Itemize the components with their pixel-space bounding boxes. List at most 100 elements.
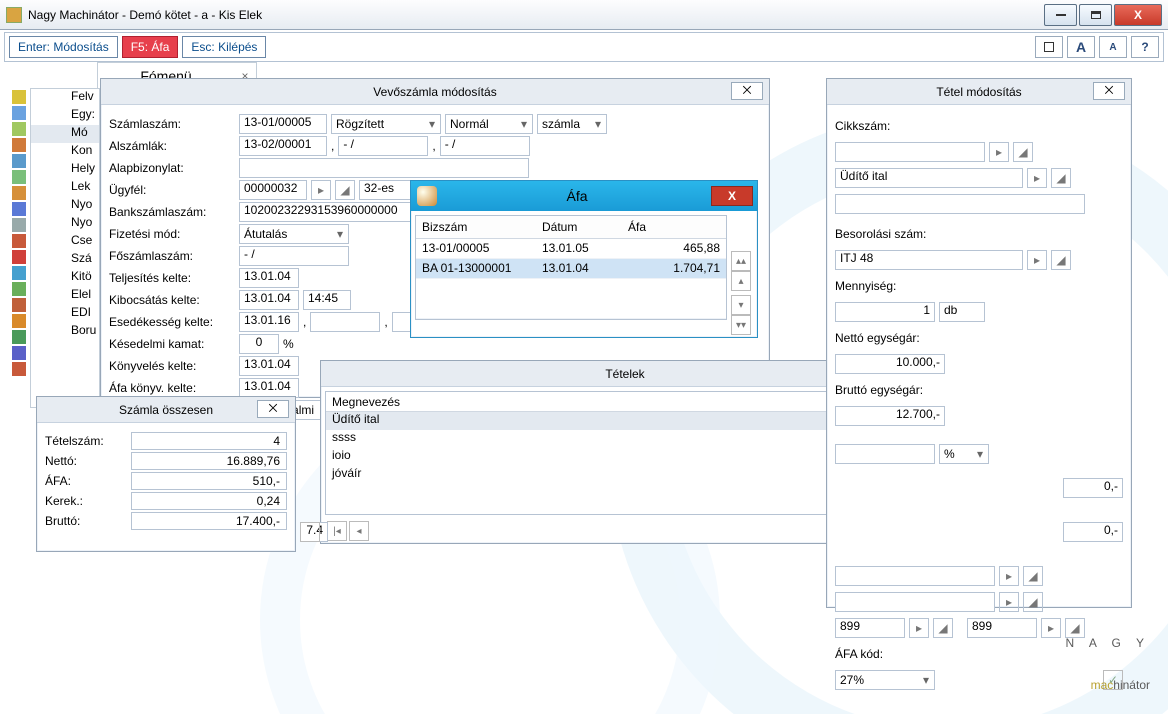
inp-alsz2[interactable]: - /: [338, 136, 428, 156]
cikk2-picker-next[interactable]: ▸: [1027, 168, 1047, 188]
cikk-picker-drop[interactable]: ◢: [1013, 142, 1033, 162]
ddl-rogzitett[interactable]: Rögzített▾: [331, 114, 441, 134]
inp-extra1[interactable]: [835, 444, 935, 464]
ddl-normal[interactable]: Normál▾: [445, 114, 533, 134]
toolbar-help[interactable]: ?: [1131, 36, 1159, 58]
fomenu-item[interactable]: Kon: [31, 143, 99, 161]
tetelmod-title: Tétel módosítás ⨉: [827, 79, 1131, 105]
code2-next[interactable]: ▸: [1041, 618, 1061, 638]
fomenu-item[interactable]: Szá: [31, 251, 99, 269]
afa-col-dat[interactable]: Dátum: [536, 216, 622, 238]
ddl-szamla[interactable]: számla▾: [537, 114, 607, 134]
longA-drop[interactable]: ◢: [1023, 566, 1043, 586]
inp-mennyiseg[interactable]: 1: [835, 302, 935, 322]
code1-next[interactable]: ▸: [909, 618, 929, 638]
inp-kesedelmi[interactable]: 0: [239, 334, 279, 354]
ddl-fizmod[interactable]: Átutalás▾: [239, 224, 349, 244]
toolbar-enter[interactable]: Enter: Módosítás: [9, 36, 118, 58]
inp-teljesites[interactable]: 13.01.04: [239, 268, 299, 288]
inp-longB[interactable]: [835, 592, 995, 612]
inp-code1[interactable]: 899: [835, 618, 905, 638]
besor-picker-next[interactable]: ▸: [1027, 250, 1047, 270]
fomenu-item[interactable]: Egy:: [31, 107, 99, 125]
fomenu-item[interactable]: Felv: [31, 89, 99, 107]
ddl-afakod[interactable]: 27%▾: [835, 670, 935, 690]
window-minimize[interactable]: [1044, 4, 1077, 26]
inp-cikk-name[interactable]: Üdítő ital: [835, 168, 1023, 188]
toolbar-esc[interactable]: Esc: Kilépés: [182, 36, 266, 58]
ugyfel-picker-drop[interactable]: ◢: [335, 180, 355, 200]
toolbar-font-big[interactable]: A: [1067, 36, 1095, 58]
inp-konyveles[interactable]: 13.01.04: [239, 356, 299, 376]
afa-close[interactable]: X: [711, 186, 753, 206]
window-close[interactable]: X: [1114, 4, 1162, 26]
inp-code2[interactable]: 899: [967, 618, 1037, 638]
totals-close[interactable]: ⨉: [257, 400, 289, 418]
fomenu-item[interactable]: Hely: [31, 161, 99, 179]
fomenu-item[interactable]: Boru: [31, 323, 99, 341]
longA-next[interactable]: ▸: [999, 566, 1019, 586]
inp-alapbizonylat[interactable]: [239, 158, 529, 178]
inp-afakonyv[interactable]: 13.01.04: [239, 378, 299, 398]
inp-cikkszam[interactable]: [835, 142, 985, 162]
inp-bank[interactable]: 10200232293153960000000: [239, 202, 417, 222]
ddl-pct[interactable]: %▾: [939, 444, 989, 464]
window-title: Nagy Machinátor - Demó kötet - a - Kis E…: [28, 8, 1042, 22]
toolbar-f5[interactable]: F5: Áfa: [122, 36, 179, 58]
fomenu-item[interactable]: Kitö: [31, 269, 99, 287]
inp-menny-unit[interactable]: db: [939, 302, 985, 322]
cikk2-picker-drop[interactable]: ◢: [1051, 168, 1071, 188]
inp-alszamlak[interactable]: 13-02/00001: [239, 136, 327, 156]
lbl-teljesites: Teljesítés kelte:: [109, 271, 235, 285]
tetelek-first[interactable]: |◂: [327, 521, 347, 541]
longB-next[interactable]: ▸: [999, 592, 1019, 612]
afa-col-afa[interactable]: Áfa: [622, 216, 726, 238]
vevoszamla-close[interactable]: ⨉: [731, 82, 763, 100]
longB-drop[interactable]: ◢: [1023, 592, 1043, 612]
afa-scroll-down[interactable]: ▾: [731, 295, 751, 315]
afa-scroll-top[interactable]: ▴▴: [731, 251, 751, 271]
tetelek-header[interactable]: Megnevezés: [326, 392, 898, 412]
inp-besorolasi[interactable]: ITJ 48: [835, 250, 1023, 270]
toolbar-font-small[interactable]: A: [1099, 36, 1127, 58]
inp-alsz3[interactable]: - /: [440, 136, 530, 156]
code1-drop[interactable]: ◢: [933, 618, 953, 638]
toolbar-window-icon[interactable]: [1035, 36, 1063, 58]
fomenu-list[interactable]: Felv Egy: Mó Kon Hely Lek Nyo Nyo Cse Sz…: [30, 88, 100, 408]
brand-logo: N A G Y machinátor: [1066, 636, 1150, 700]
fomenu-item[interactable]: Nyo: [31, 215, 99, 233]
fomenu-item[interactable]: EDI: [31, 305, 99, 323]
fomenu-item[interactable]: Elel: [31, 287, 99, 305]
inp-kibocsatas-t[interactable]: 14:45: [303, 290, 351, 310]
tetelek-prev[interactable]: ◂: [349, 521, 369, 541]
inp-nettoe[interactable]: 10.000,-: [835, 354, 945, 374]
tetelek-item[interactable]: ssss: [326, 430, 898, 448]
afa-row[interactable]: BA 01-13000001 13.01.04 1.704,71: [416, 258, 726, 278]
tetelek-item[interactable]: ioio: [326, 448, 898, 466]
ugyfel-picker-next[interactable]: ▸: [311, 180, 331, 200]
inp-ugyfel-code[interactable]: 00000032: [239, 180, 307, 200]
inp-esedekesseg2[interactable]: [310, 312, 380, 332]
inp-longA[interactable]: [835, 566, 995, 586]
fomenu-item[interactable]: Mó: [31, 125, 99, 143]
fomenu-item[interactable]: Cse: [31, 233, 99, 251]
window-maximize[interactable]: [1079, 4, 1112, 26]
afa-table[interactable]: Bizszám Dátum Áfa 13-01/00005 13.01.05 4…: [416, 216, 726, 319]
afa-row[interactable]: 13-01/00005 13.01.05 465,88: [416, 238, 726, 258]
afa-scroll-bottom[interactable]: ▾▾: [731, 315, 751, 335]
fomenu-item[interactable]: Lek: [31, 179, 99, 197]
tetelmod-close[interactable]: ⨉: [1093, 82, 1125, 100]
tetelek-item[interactable]: Üdítő ital: [326, 412, 898, 430]
fomenu-item[interactable]: Nyo: [31, 197, 99, 215]
afa-col-biz[interactable]: Bizszám: [416, 216, 536, 238]
code2-drop[interactable]: ◢: [1065, 618, 1085, 638]
inp-foszam[interactable]: - /: [239, 246, 349, 266]
besor-picker-drop[interactable]: ◢: [1051, 250, 1071, 270]
tetelek-item[interactable]: jóváír: [326, 466, 898, 484]
afa-scroll-up[interactable]: ▴: [731, 271, 751, 291]
inp-bruttoe[interactable]: 12.700,-: [835, 406, 945, 426]
cikk-picker-next[interactable]: ▸: [989, 142, 1009, 162]
inp-kibocsatas-d[interactable]: 13.01.04: [239, 290, 299, 310]
inp-esedekesseg[interactable]: 13.01.16: [239, 312, 299, 332]
inp-cikk-desc[interactable]: [835, 194, 1085, 214]
